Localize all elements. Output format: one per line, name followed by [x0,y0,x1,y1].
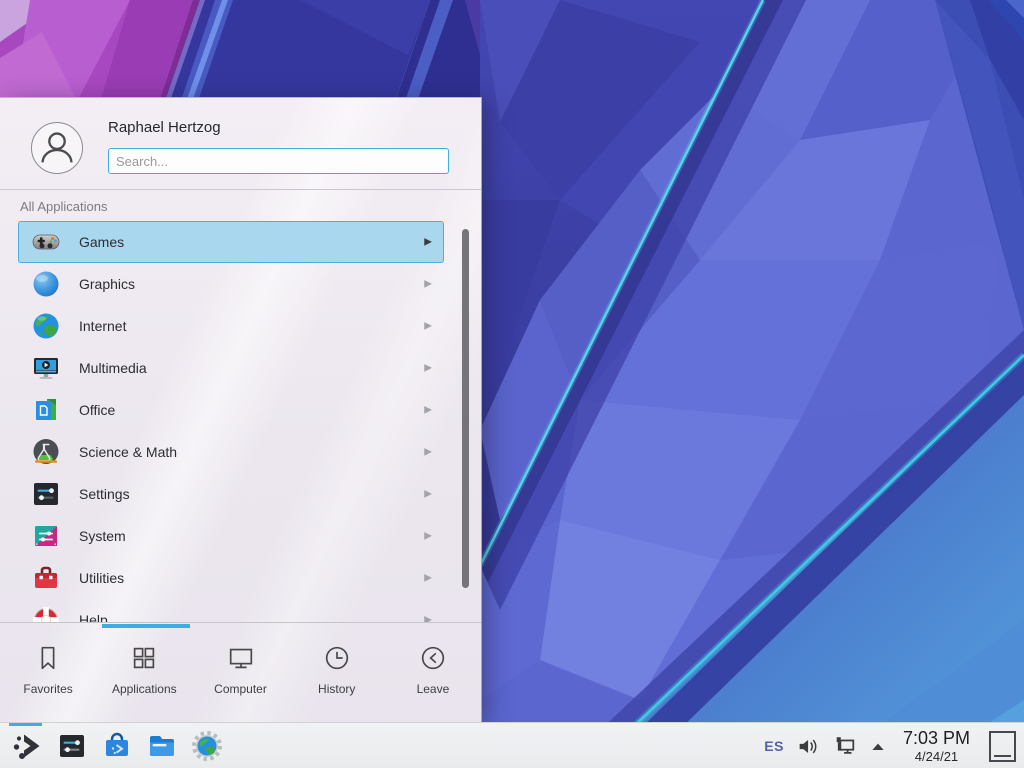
submenu-arrow-icon: ▶ [424,363,432,374]
submenu-arrow-icon: ▶ [424,573,432,584]
submenu-arrow-icon: ▶ [424,279,432,290]
system-settings-icon [56,730,88,762]
science-flask-icon [30,436,62,468]
submenu-arrow-icon: ▶ [424,531,432,542]
history-clock-icon [322,643,352,673]
settings-sliders-icon [30,478,62,510]
submenu-arrow-icon: ▶ [424,447,432,458]
category-label: System [79,528,126,544]
taskbar-konqueror[interactable] [184,723,229,768]
application-launcher-popup: Raphael Hertzog All Applications [0,97,482,722]
show-desktop-button[interactable] [989,731,1016,762]
category-science-math[interactable]: Science & Math ▶ [18,431,444,473]
category-label: Games [79,234,124,250]
user-icon [32,123,82,173]
graphics-sphere-icon [30,268,62,300]
gamepad-icon [30,226,62,258]
globe-icon [30,310,62,342]
folder-icon [146,730,178,762]
category-label: Settings [79,486,130,502]
category-label: Office [79,402,115,418]
category-internet[interactable]: Internet ▶ [18,305,444,347]
category-help[interactable]: Help ▶ [18,599,444,623]
tab-label: Applications [112,682,177,696]
desktop: Raphael Hertzog All Applications [0,0,1024,768]
keyboard-layout-indicator[interactable]: ES [764,738,784,754]
taskbar-panel: ES 7:03 PM 4/24/21 [0,722,1024,768]
active-tab-indicator [102,624,190,628]
computer-monitor-icon [226,643,256,673]
taskbar-dolphin[interactable] [139,723,184,768]
section-label: All Applications [20,199,107,214]
app-grid-icon [129,643,159,673]
system-sliders-icon [30,520,62,552]
help-lifebuoy-icon [30,604,62,623]
system-tray: ES 7:03 PM 4/24/21 [764,723,1024,768]
office-documents-icon [30,394,62,426]
pinned-apps [0,723,229,768]
tab-applications[interactable]: Applications [96,623,192,722]
multimedia-monitor-icon [30,352,62,384]
taskbar-application-launcher[interactable] [4,723,49,768]
utilities-toolbox-icon [30,562,62,594]
tab-label: Favorites [23,682,72,696]
tab-label: History [318,682,355,696]
submenu-arrow-icon: ▶ [424,321,432,332]
category-label: Science & Math [79,444,177,460]
active-app-indicator [9,723,42,726]
category-label: Utilities [79,570,124,586]
bookmark-icon [33,643,63,673]
list-scrollbar[interactable] [462,229,469,588]
expand-tray-caret-icon[interactable] [870,739,886,753]
search-input[interactable] [108,148,449,174]
digital-clock[interactable]: 7:03 PM 4/24/21 [903,729,970,763]
category-graphics[interactable]: Graphics ▶ [18,263,444,305]
volume-icon[interactable] [797,735,820,758]
discover-bag-icon [101,730,133,762]
clock-time: 7:03 PM [903,729,970,747]
leave-back-icon [418,643,448,673]
tab-leave[interactable]: Leave [385,623,481,722]
tab-computer[interactable]: Computer [192,623,288,722]
kde-launcher-icon [11,730,43,762]
launcher-tab-bar: Favorites Applications Computer [0,622,481,722]
submenu-arrow-icon: ▶ [424,405,432,416]
category-label: Internet [79,318,126,334]
submenu-arrow-icon: ▶ [424,237,432,248]
submenu-arrow-icon: ▶ [424,489,432,500]
browser-globe-gear-icon [191,730,223,762]
header-divider [0,189,481,190]
category-system[interactable]: System ▶ [18,515,444,557]
taskbar-system-settings[interactable] [49,723,94,768]
user-name: Raphael Hertzog [108,119,221,136]
tab-label: Leave [417,682,450,696]
category-settings[interactable]: Settings ▶ [18,473,444,515]
tab-history[interactable]: History [289,623,385,722]
category-office[interactable]: Office ▶ [18,389,444,431]
category-label: Graphics [79,276,135,292]
category-utilities[interactable]: Utilities ▶ [18,557,444,599]
category-list: Games ▶ Graphics ▶ [0,218,481,623]
clock-date: 4/24/21 [903,750,970,763]
category-label: Multimedia [79,360,147,376]
category-games[interactable]: Games ▶ [18,221,444,263]
tab-favorites[interactable]: Favorites [0,623,96,722]
taskbar-discover[interactable] [94,723,139,768]
network-icon[interactable] [833,734,857,758]
tab-label: Computer [214,682,267,696]
category-multimedia[interactable]: Multimedia ▶ [18,347,444,389]
user-avatar [31,122,83,174]
